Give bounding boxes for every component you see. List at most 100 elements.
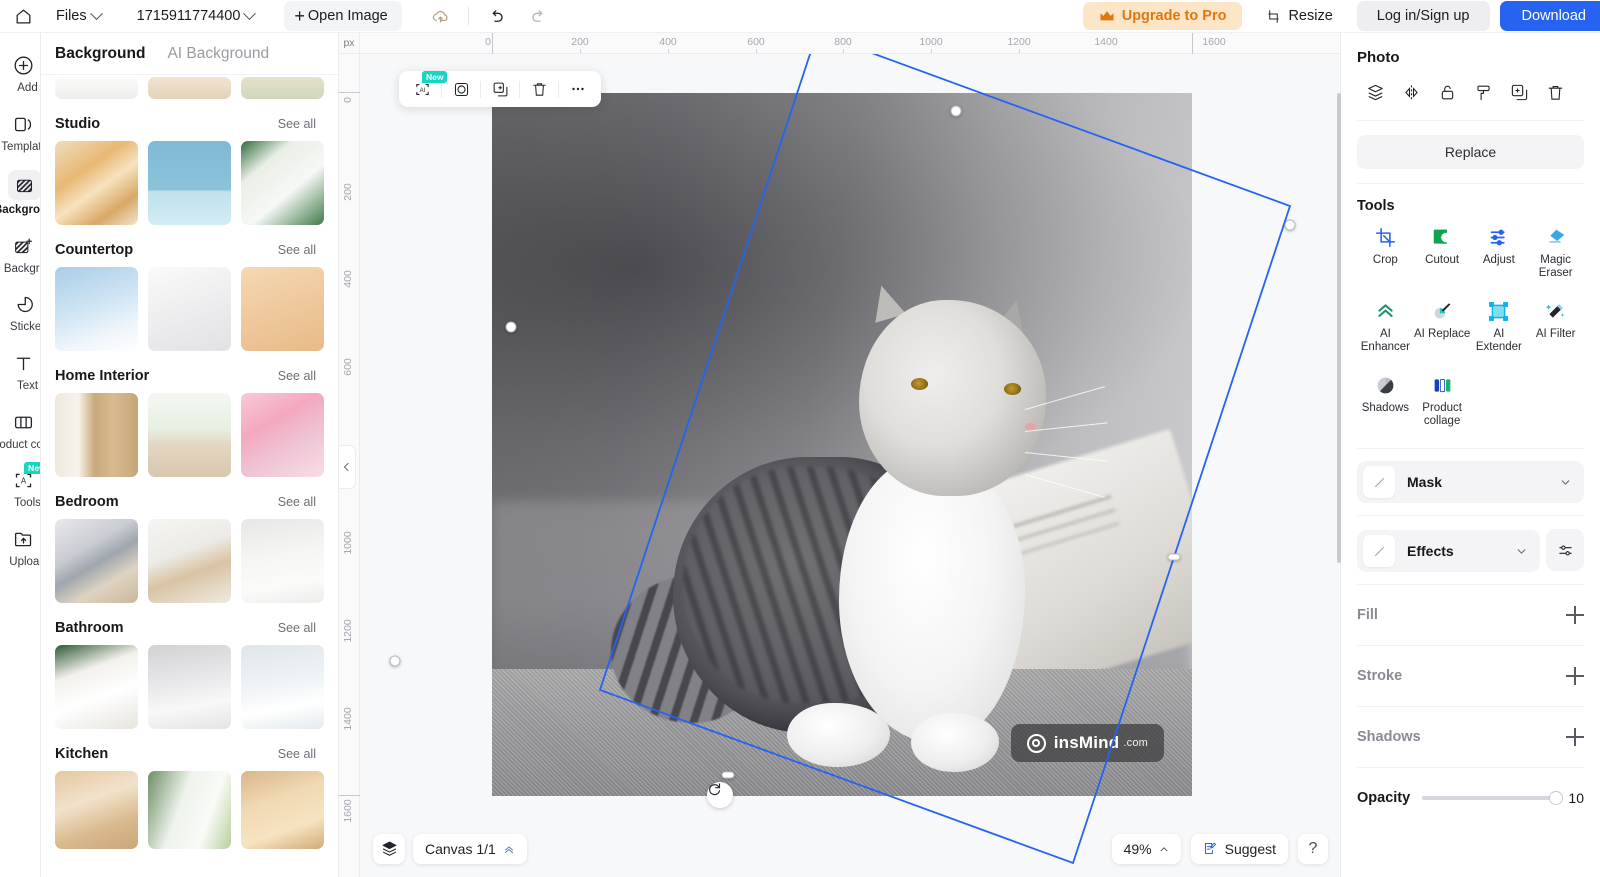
background-thumb[interactable] [241,141,324,225]
panel-scroll-area[interactable]: Studio See all Countertop See all Home I… [41,75,338,877]
sidebar-item-add[interactable]: Add [0,45,40,100]
effects-settings-button[interactable] [1546,529,1584,571]
cat-photo[interactable]: insMind .com [492,93,1192,796]
effects-row[interactable]: Effects [1357,530,1540,572]
tool-magic-eraser[interactable]: Magic Eraser [1527,218,1584,286]
background-thumb[interactable] [55,141,138,225]
tool-ai-replace[interactable]: AI Replace [1414,292,1471,360]
tool-ai-extender[interactable]: AI Extender [1471,292,1528,360]
see-all-countertop[interactable]: See all [278,243,316,257]
delete-icon[interactable] [1537,78,1573,106]
tool-product-collage[interactable]: Product collage [1414,366,1471,434]
zoom-control[interactable]: 49% [1111,833,1181,864]
panel-scrollbar[interactable] [1337,93,1341,563]
see-all-kitchen[interactable]: See all [278,747,316,761]
canvas-area[interactable]: insMind .com 0 200 400 600 800 1000 1200… [339,33,1340,877]
cloud-sync-icon[interactable] [428,3,454,29]
download-button[interactable]: Download [1499,1,1600,31]
collapse-panel-button[interactable] [339,445,356,489]
horizontal-ruler[interactable]: 0 200 400 600 800 1000 1200 1400 1600 [339,33,1340,54]
background-thumb[interactable] [55,393,138,477]
background-thumb[interactable] [148,267,231,351]
canvas-selector[interactable]: Canvas 1/1 [413,833,527,864]
sidebar-item-tools[interactable]: New A Tools [0,460,40,515]
arrange-icon[interactable] [1357,78,1393,106]
background-thumb[interactable] [148,77,231,99]
more-button[interactable] [561,74,595,104]
background-thumb[interactable] [148,771,231,849]
sidebar-item-ai-background[interactable]: AI Background [0,226,40,280]
opacity-row[interactable]: Opacity 10 [1357,767,1584,828]
add-shadow-icon[interactable] [1566,728,1584,746]
files-menu[interactable]: Files [48,4,109,28]
mask-row[interactable]: Mask [1357,461,1584,503]
duplicate-button[interactable] [483,74,517,104]
suggest-button[interactable]: Suggest [1190,833,1288,864]
sidebar-item-sticker[interactable]: Sticker [0,284,40,339]
opacity-slider[interactable] [1422,791,1564,805]
layers-button[interactable] [373,833,405,864]
zoom-label: 49% [1123,840,1152,857]
mask-button[interactable] [444,74,478,104]
add-stroke-icon[interactable] [1566,667,1584,685]
ai-select-button[interactable]: New AI [405,71,448,104]
background-thumb[interactable] [241,393,324,477]
background-thumb[interactable] [241,77,324,99]
add-fill-icon[interactable] [1566,606,1584,624]
tab-background[interactable]: Background [55,45,145,63]
login-signup-button[interactable]: Log in/Sign up [1356,1,1490,31]
background-thumb[interactable] [55,267,138,351]
canvas-page[interactable]: insMind .com [492,93,1192,796]
sidebar-item-background[interactable]: Background [0,163,40,222]
tool-crop[interactable]: Crop [1357,218,1414,286]
upgrade-to-pro-button[interactable]: Upgrade to Pro [1082,2,1243,30]
background-thumb[interactable] [241,771,324,849]
resize-button[interactable]: Resize [1252,2,1346,30]
see-all-bathroom[interactable]: See all [278,621,316,635]
lock-icon[interactable] [1429,78,1465,106]
background-thumb[interactable] [55,77,138,99]
open-image-button[interactable]: + Open Image [284,1,402,31]
tab-ai-background[interactable]: AI Background [167,45,269,63]
background-thumb[interactable] [148,519,231,603]
redo-icon[interactable] [525,2,553,30]
background-thumb[interactable] [148,393,231,477]
opacity-slider-knob[interactable] [1549,791,1564,805]
background-thumb[interactable] [241,519,324,603]
replace-button[interactable]: Replace [1357,135,1584,169]
background-thumb[interactable] [55,519,138,603]
see-all-studio[interactable]: See all [278,117,316,131]
background-thumb[interactable] [148,645,231,729]
help-button[interactable]: ? [1298,833,1328,864]
see-all-home-interior[interactable]: See all [278,369,316,383]
delete-button[interactable] [522,74,556,104]
background-thumb[interactable] [55,645,138,729]
background-thumb[interactable] [148,141,231,225]
tool-ai-enhancer[interactable]: AI Enhancer [1357,292,1414,360]
fill-row[interactable]: Fill [1357,584,1584,645]
see-all-bedroom[interactable]: See all [278,495,316,509]
undo-icon[interactable] [483,2,511,30]
stroke-row[interactable]: Stroke [1357,645,1584,706]
sidebar-item-upload[interactable]: Upload [0,519,40,574]
sidebar-item-templates[interactable]: Templates [0,104,40,159]
home-icon[interactable] [8,2,38,30]
ruler-tick: 1400 [1094,36,1118,48]
background-thumb[interactable] [241,267,324,351]
background-thumb[interactable] [55,771,138,849]
tool-cutout[interactable]: Cutout [1414,218,1471,286]
tool-ai-filter[interactable]: AI Filter [1527,292,1584,360]
tool-adjust[interactable]: Adjust [1471,218,1528,286]
flip-icon[interactable] [1393,78,1429,106]
sidebar-item-text[interactable]: Text [0,343,40,398]
duplicate-icon[interactable] [1501,78,1537,106]
background-thumb[interactable] [241,645,324,729]
filename-menu[interactable]: 1715911774400 [129,4,263,28]
shadows-row[interactable]: Shadows [1357,706,1584,767]
tool-shadows[interactable]: Shadows [1357,366,1414,434]
resize-handle-right[interactable] [1284,219,1296,231]
sidebar-item-product-collage[interactable]: Product collage [0,402,40,456]
paint-format-icon[interactable] [1465,78,1501,106]
ruler-unit-label[interactable]: px [339,33,360,54]
resize-handle-bottom-left[interactable] [389,655,401,667]
